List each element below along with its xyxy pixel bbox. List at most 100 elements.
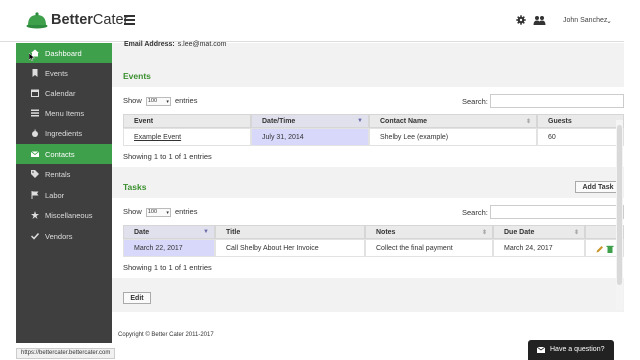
sort-desc-icon: ▼ bbox=[203, 229, 209, 235]
column-label: Event bbox=[134, 118, 154, 125]
sidebar-item-label: Menu Items bbox=[45, 108, 85, 118]
select-arrow-icon: ▾ bbox=[166, 98, 169, 105]
column-label: Date/Time bbox=[262, 118, 296, 125]
table-row-cell-guests: 60 bbox=[537, 128, 624, 146]
star-icon bbox=[31, 211, 39, 219]
events-page-size-select[interactable]: 100 ▾ bbox=[145, 96, 171, 106]
tasks-search-input[interactable] bbox=[490, 205, 624, 219]
column-label: Date bbox=[134, 229, 150, 236]
sidebar-item-rentals[interactable]: Rentals bbox=[16, 164, 112, 184]
events-length-control: Show 100 ▾ entries bbox=[123, 96, 197, 106]
sidebar-item-label: Calendar bbox=[45, 88, 76, 98]
sidebar-item-miscellaneous[interactable]: Miscellaneous bbox=[16, 205, 112, 225]
gear-icon[interactable] bbox=[516, 15, 526, 25]
sidebar-item-vendors[interactable]: Vendors bbox=[16, 226, 112, 246]
page-size-value: 100 bbox=[147, 208, 158, 215]
mouse-cursor-icon bbox=[29, 53, 35, 61]
pencil-icon[interactable] bbox=[596, 245, 604, 253]
trash-icon[interactable] bbox=[606, 245, 614, 253]
tasks-col-due-date[interactable]: Due Date ⬍ bbox=[493, 225, 585, 239]
top-bar: BetterCater John Sanchez ⌄ bbox=[0, 0, 640, 42]
sidebar-item-label: Vendors bbox=[45, 231, 73, 241]
sidebar-item-label: Dashboard bbox=[45, 48, 82, 58]
check-icon bbox=[31, 232, 39, 240]
menu-toggle-icon[interactable] bbox=[124, 15, 135, 25]
events-search-label: Search: bbox=[462, 97, 488, 106]
column-label: Guests bbox=[548, 118, 572, 125]
sidebar-item-labor[interactable]: Labor bbox=[16, 185, 112, 205]
sort-icon: ⬍ bbox=[481, 230, 487, 236]
select-arrow-icon: ▾ bbox=[166, 209, 169, 216]
column-label: Contact Name bbox=[380, 118, 428, 125]
tasks-length-control: Show 100 ▾ entries bbox=[123, 207, 197, 217]
sort-icon: ⬍ bbox=[525, 119, 531, 125]
sidebar-item-events[interactable]: Events bbox=[16, 63, 112, 83]
user-menu[interactable]: John Sanchez bbox=[563, 17, 607, 24]
copyright-text: Copyright © Better Cater 2011-2017 bbox=[118, 332, 214, 338]
events-heading: Events bbox=[123, 71, 151, 81]
calendar-icon bbox=[31, 89, 39, 97]
tasks-search-label: Search: bbox=[462, 208, 488, 217]
sidebar-item-ingredients[interactable]: Ingredients bbox=[16, 123, 112, 143]
table-row-cell-event: Example Event bbox=[123, 128, 251, 146]
chevron-down-icon[interactable]: ⌄ bbox=[606, 17, 612, 25]
email-label: Email Address: bbox=[124, 41, 175, 48]
bookmark-icon bbox=[32, 69, 38, 77]
tasks-heading: Tasks bbox=[123, 182, 147, 192]
users-icon[interactable] bbox=[533, 15, 546, 25]
tag-icon bbox=[31, 170, 39, 178]
events-col-contact-name[interactable]: Contact Name ⬍ bbox=[369, 114, 537, 128]
table-row-cell-title: Call Shelby About Her Invoice bbox=[215, 239, 365, 257]
status-url-tooltip: https://bettercater.bettercater.com bbox=[16, 348, 116, 359]
column-label: Title bbox=[226, 229, 241, 236]
table-row-cell-contact: Shelby Lee (example) bbox=[369, 128, 537, 146]
sidebar-item-menu-items[interactable]: Menu Items bbox=[16, 103, 112, 123]
tasks-col-notes[interactable]: Notes ⬍ bbox=[365, 225, 493, 239]
show-label: Show bbox=[123, 207, 142, 216]
sidebar-item-label: Events bbox=[45, 68, 68, 78]
sidebar-item-calendar[interactable]: Calendar bbox=[16, 83, 112, 103]
column-label: Notes bbox=[376, 229, 396, 236]
envelope-icon bbox=[31, 151, 39, 157]
tasks-page-size-select[interactable]: 100 ▾ bbox=[145, 207, 171, 217]
sidebar-item-label: Ingredients bbox=[45, 128, 83, 138]
sort-icon: ⬍ bbox=[573, 230, 579, 236]
scrollbar-thumb[interactable] bbox=[617, 125, 622, 285]
table-row-cell-date: March 22, 2017 bbox=[123, 239, 215, 257]
chat-button[interactable]: Have a question? bbox=[528, 340, 614, 360]
envelope-icon bbox=[537, 347, 545, 353]
table-row-cell-due-date: March 24, 2017 bbox=[493, 239, 585, 257]
tasks-table-info: Showing 1 to 1 of 1 entries bbox=[123, 263, 212, 272]
events-col-event[interactable]: Event bbox=[123, 114, 251, 128]
sidebar-item-label: Rentals bbox=[45, 169, 71, 179]
email-value: s.lee@mat.com bbox=[177, 41, 227, 48]
sidebar-item-label: Miscellaneous bbox=[45, 210, 93, 220]
sort-desc-icon: ▼ bbox=[357, 118, 363, 124]
page-size-value: 100 bbox=[147, 97, 158, 104]
add-task-button[interactable]: Add Task bbox=[575, 181, 621, 193]
brand-bold: Better bbox=[51, 12, 93, 28]
sidebar: Dashboard Events Calendar Menu Items Ing… bbox=[16, 43, 112, 343]
event-link[interactable]: Example Event bbox=[134, 134, 181, 141]
table-row-cell-notes: Collect the final payment bbox=[365, 239, 493, 257]
tasks-col-date[interactable]: Date ▼ bbox=[123, 225, 215, 239]
entries-label: entries bbox=[174, 207, 198, 216]
show-label: Show bbox=[123, 96, 142, 105]
sidebar-item-contacts[interactable]: Contacts bbox=[16, 144, 112, 164]
list-icon bbox=[31, 109, 39, 117]
sidebar-item-label: Labor bbox=[45, 190, 65, 200]
flag-icon bbox=[31, 191, 39, 199]
entries-label: entries bbox=[174, 96, 198, 105]
table-row-cell-date: July 31, 2014 bbox=[251, 128, 369, 146]
events-col-guests[interactable]: Guests bbox=[537, 114, 624, 128]
logo-cloche-icon[interactable] bbox=[26, 11, 48, 29]
tasks-col-title[interactable]: Title bbox=[215, 225, 365, 239]
contact-email-line: Email Address: s.lee@mat.com bbox=[124, 41, 226, 48]
brand-name[interactable]: BetterCater bbox=[51, 12, 128, 28]
right-margin bbox=[624, 0, 640, 360]
events-col-date-time[interactable]: Date/Time ▼ bbox=[251, 114, 369, 128]
sidebar-item-label: Contacts bbox=[45, 149, 75, 159]
edit-button[interactable]: Edit bbox=[123, 292, 151, 304]
events-search-input[interactable] bbox=[490, 94, 624, 108]
events-table-info: Showing 1 to 1 of 1 entries bbox=[123, 152, 212, 161]
